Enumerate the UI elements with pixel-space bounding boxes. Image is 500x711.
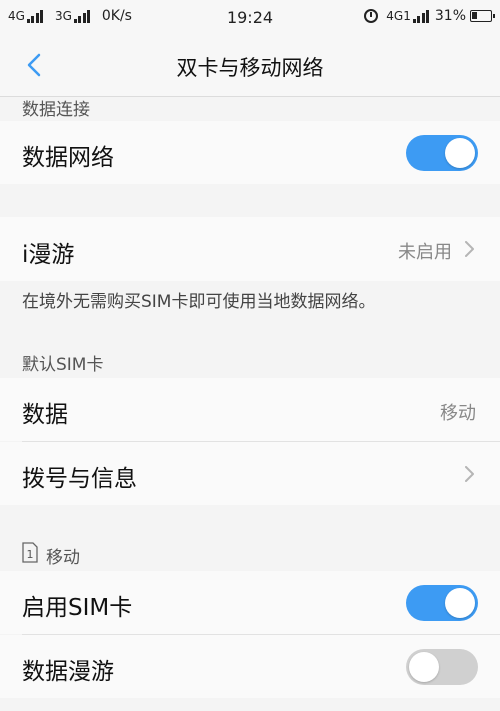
battery-percent: 31% <box>434 8 466 24</box>
section-label-default-sim: 默认SIM卡 <box>22 355 104 375</box>
status-bar: 4G 3G 0K/s 19:24 4G1 31% <box>0 0 500 34</box>
dial-label: 拨号与信息 <box>22 466 137 492</box>
roaming-row[interactable]: i漫游 未启用 <box>0 217 500 281</box>
chevron-right-icon <box>465 241 474 257</box>
data-roaming-row[interactable]: 数据漫游 <box>0 635 500 698</box>
network-type-3: 4G1 <box>386 9 411 23</box>
sim-card-icon: 1 <box>22 542 38 563</box>
enable-sim-row[interactable]: 启用SIM卡 <box>0 571 500 634</box>
roaming-value: 未启用 <box>398 242 452 263</box>
sim-slot-number: 1 <box>27 548 34 561</box>
data-roaming-toggle[interactable] <box>406 649 478 685</box>
status-right: 4G1 31% <box>364 8 495 24</box>
dial-row[interactable]: 拨号与信息 <box>0 442 500 505</box>
roaming-label: i漫游 <box>22 242 75 268</box>
data-network-toggle[interactable] <box>406 135 478 171</box>
enable-sim-toggle[interactable] <box>406 585 478 621</box>
chevron-right-icon <box>465 466 474 482</box>
signal-icon <box>412 9 431 23</box>
battery-icon <box>470 10 495 22</box>
data-network-row[interactable]: 数据网络 <box>0 121 500 184</box>
section-label-sim1: 移动 <box>46 548 80 568</box>
alarm-icon <box>364 9 379 23</box>
enable-sim-label: 启用SIM卡 <box>22 595 133 621</box>
page-title: 双卡与移动网络 <box>176 56 324 80</box>
section-label-data-connection: 数据连接 <box>22 100 90 120</box>
app-header: 双卡与移动网络 <box>0 34 500 97</box>
data-sim-label: 数据 <box>22 402 68 428</box>
data-sim-row[interactable]: 数据 移动 <box>0 378 500 441</box>
data-network-label: 数据网络 <box>22 145 114 171</box>
roaming-note: 在境外无需购买SIM卡即可使用当地数据网络。 <box>22 292 376 312</box>
data-sim-value: 移动 <box>440 403 476 424</box>
data-roaming-label: 数据漫游 <box>22 659 114 685</box>
